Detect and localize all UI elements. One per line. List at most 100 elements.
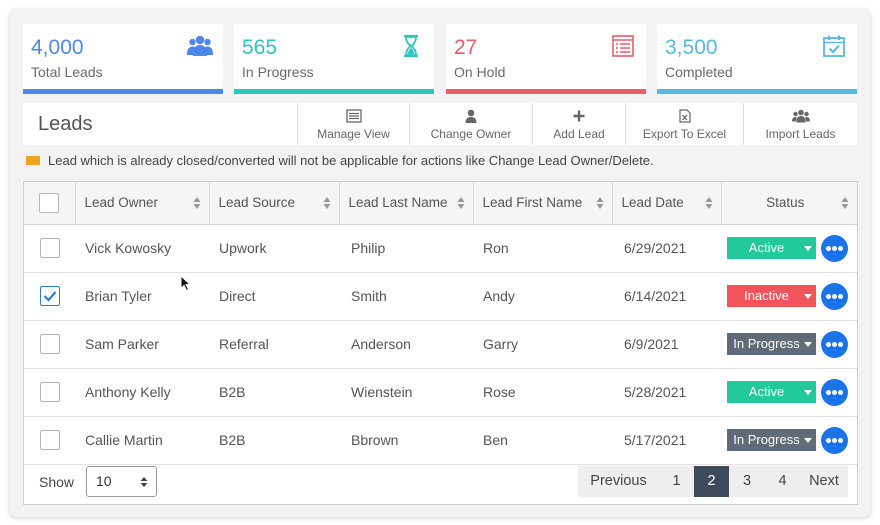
page-3-button[interactable]: 3 bbox=[729, 466, 765, 497]
stat-card-in-progress[interactable]: 565 In Progress bbox=[234, 24, 434, 94]
status-dropdown[interactable]: In Progress bbox=[727, 429, 816, 451]
dot bbox=[838, 341, 843, 347]
lead-date-cell: 6/29/2021 bbox=[624, 240, 687, 256]
notice-color-swatch bbox=[26, 156, 40, 165]
calendar-check-icon bbox=[823, 35, 845, 57]
column-header-lead-first-name[interactable]: Lead First Name bbox=[473, 182, 613, 225]
lead-last-name-cell: Philip bbox=[351, 240, 386, 256]
dot bbox=[826, 245, 831, 251]
row-checkbox[interactable] bbox=[39, 286, 60, 306]
page-2-button[interactable]: 2 bbox=[694, 466, 729, 497]
row-checkbox[interactable] bbox=[39, 430, 60, 450]
dot bbox=[826, 389, 831, 395]
dot bbox=[826, 437, 831, 443]
chevron-down-icon bbox=[804, 342, 812, 347]
page-size-select[interactable]: 10 bbox=[86, 466, 157, 497]
row-checkbox[interactable] bbox=[39, 334, 60, 354]
table-footer: Show 10 Previous 1 2 3 4 Next bbox=[24, 461, 857, 504]
stat-value: 3,500 bbox=[665, 36, 718, 59]
select-all-checkbox[interactable] bbox=[39, 192, 60, 213]
more-actions-button[interactable] bbox=[821, 234, 848, 262]
checkmark-icon bbox=[43, 291, 56, 302]
chevron-down-icon bbox=[804, 390, 812, 395]
excel-file-icon bbox=[678, 109, 691, 123]
pagination: Previous 1 2 3 4 Next bbox=[578, 466, 848, 497]
table-row[interactable]: Anthony Kelly B2B Wienstein Rose 5/28/2021 Ac… bbox=[24, 368, 857, 416]
more-actions-button[interactable] bbox=[821, 426, 848, 454]
sort-icon bbox=[705, 197, 712, 209]
lead-source-cell: Direct bbox=[219, 288, 256, 304]
lead-owner-cell: Callie Martin bbox=[85, 432, 163, 448]
column-header-status[interactable]: Status bbox=[721, 182, 857, 225]
stat-bar bbox=[657, 89, 857, 94]
change-owner-button[interactable]: Change Owner bbox=[409, 103, 532, 145]
add-lead-button[interactable]: Add Lead bbox=[532, 103, 625, 145]
page-4-button[interactable]: 4 bbox=[765, 466, 800, 497]
column-header-lead-date[interactable]: Lead Date bbox=[612, 182, 722, 225]
sort-icon bbox=[841, 197, 849, 209]
lead-owner-cell: Vick Kowosky bbox=[85, 240, 172, 256]
status-label: In Progress bbox=[733, 432, 800, 447]
row-checkbox[interactable] bbox=[39, 382, 60, 402]
dot bbox=[826, 293, 831, 299]
stat-card-total-leads[interactable]: 4,000 Total Leads bbox=[23, 24, 223, 94]
column-header-lead-source[interactable]: Lead Source bbox=[209, 182, 340, 225]
more-actions-button[interactable] bbox=[821, 330, 848, 358]
status-cell: Inactive bbox=[721, 272, 857, 320]
lead-owner-cell: Anthony Kelly bbox=[85, 384, 171, 400]
sort-icon bbox=[193, 197, 200, 209]
status-dropdown[interactable]: Active bbox=[727, 237, 816, 259]
table-row[interactable]: Brian Tyler Direct Smith Andy 6/14/2021 Inact… bbox=[24, 272, 857, 320]
chevron-down-icon bbox=[804, 294, 812, 299]
leads-table-panel: Lead Owner Lead Source Lead Last Name Le… bbox=[23, 181, 858, 505]
dot bbox=[832, 437, 837, 443]
status-cell: Active bbox=[721, 368, 857, 416]
lead-source-cell: B2B bbox=[219, 384, 246, 400]
previous-page-button[interactable]: Previous bbox=[578, 466, 659, 497]
table-row[interactable]: Callie Martin B2B Bbrown Ben 5/17/2021 In Pro… bbox=[24, 416, 857, 464]
manage-view-button[interactable]: Manage View bbox=[297, 103, 409, 145]
stat-card-completed[interactable]: 3,500 Completed bbox=[657, 24, 857, 94]
table-row[interactable]: Vick Kowosky Upwork Philip Ron 6/29/2021 Acti… bbox=[24, 224, 857, 272]
leads-table: Lead Owner Lead Source Lead Last Name Le… bbox=[24, 182, 857, 465]
import-leads-button[interactable]: Import Leads bbox=[743, 103, 857, 145]
page-1-button[interactable]: 1 bbox=[659, 466, 694, 497]
row-select-cell bbox=[24, 416, 75, 464]
lead-first-name-cell: Ben bbox=[483, 432, 508, 448]
stat-value: 27 bbox=[454, 36, 478, 59]
status-label: Active bbox=[748, 240, 785, 255]
stat-card-on-hold[interactable]: 27 On Hold bbox=[446, 24, 646, 94]
closed-leads-notice: Lead which is already closed/converted w… bbox=[26, 153, 654, 168]
export-to-excel-button[interactable]: Export To Excel bbox=[625, 103, 743, 145]
more-actions-button[interactable] bbox=[821, 282, 848, 310]
lead-last-name-cell: Wienstein bbox=[351, 384, 413, 400]
leads-toolbar: Leads Manage View Change Owner Add Lead … bbox=[23, 103, 857, 145]
row-checkbox[interactable] bbox=[39, 238, 60, 258]
column-header-lead-owner[interactable]: Lead Owner bbox=[75, 182, 210, 225]
lead-source-cell: Upwork bbox=[219, 240, 267, 256]
more-actions-button[interactable] bbox=[821, 378, 848, 406]
table-row[interactable]: Sam Parker Referral Anderson Garry 6/9/2021 I… bbox=[24, 320, 857, 368]
column-header-lead-last-name[interactable]: Lead Last Name bbox=[339, 182, 474, 225]
lead-date-cell: 6/14/2021 bbox=[624, 288, 687, 304]
lead-source-cell: Referral bbox=[219, 336, 269, 352]
stat-value: 565 bbox=[242, 36, 278, 59]
button-label: Export To Excel bbox=[642, 127, 727, 141]
stat-label: Total Leads bbox=[31, 64, 103, 80]
users-icon bbox=[187, 35, 213, 56]
dot bbox=[826, 341, 831, 347]
dot bbox=[838, 293, 843, 299]
row-select-cell bbox=[24, 368, 75, 416]
status-dropdown[interactable]: Active bbox=[727, 381, 816, 403]
sort-icon bbox=[596, 197, 603, 209]
next-page-button[interactable]: Next bbox=[800, 466, 848, 497]
select-all-header bbox=[24, 182, 76, 225]
dot bbox=[832, 245, 837, 251]
mouse-cursor-icon bbox=[180, 275, 192, 292]
stat-label: On Hold bbox=[454, 64, 506, 80]
status-dropdown[interactable]: Inactive bbox=[727, 285, 816, 307]
status-dropdown[interactable]: In Progress bbox=[727, 333, 816, 355]
row-select-cell bbox=[24, 320, 75, 368]
stat-value: 4,000 bbox=[31, 36, 84, 59]
lead-date-cell: 5/28/2021 bbox=[624, 384, 687, 400]
